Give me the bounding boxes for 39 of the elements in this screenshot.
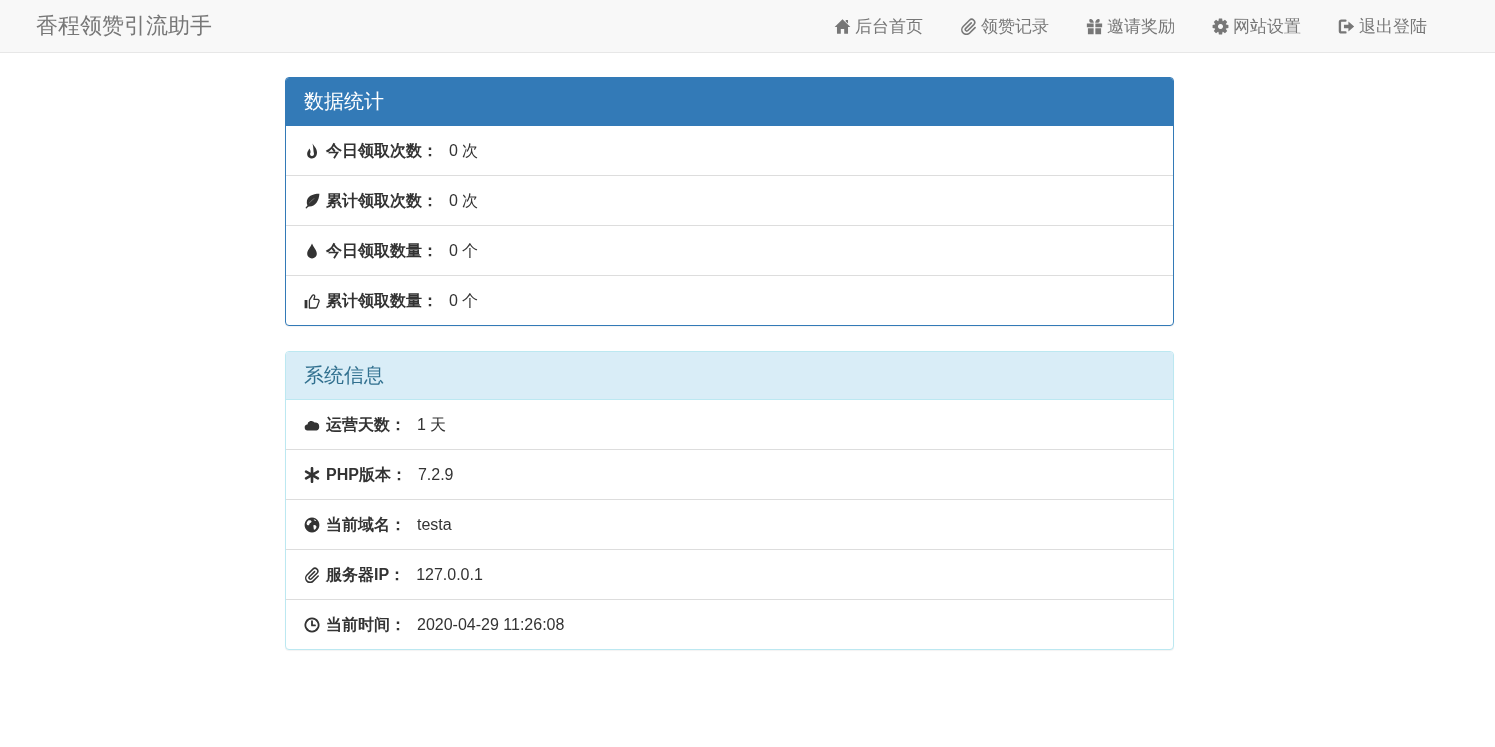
paperclip-icon <box>304 566 320 583</box>
nav-link[interactable]: 领赞记录 <box>960 12 1049 40</box>
field-label: 累计领取数量： <box>326 291 438 311</box>
field-label: 运营天数： <box>326 415 406 435</box>
panel-heading: 系统信息 <box>286 352 1173 400</box>
gift-icon <box>1086 17 1103 35</box>
asterisk-icon <box>304 466 320 483</box>
field-value: testa <box>417 515 452 535</box>
brand-link[interactable]: 香程领赞引流助手 <box>36 11 212 41</box>
globe-icon <box>304 516 320 533</box>
field-value: 1 天 <box>417 415 447 435</box>
nav-link[interactable]: 邀请奖励 <box>1086 12 1175 40</box>
field-label: 今日领取次数： <box>326 141 438 161</box>
field-label: PHP版本： <box>326 465 407 485</box>
nav-link[interactable]: 网站设置 <box>1212 12 1301 40</box>
field-value: 2020-04-29 11:26:08 <box>417 615 565 635</box>
paperclip-icon <box>960 17 977 35</box>
field-value: 0 个 <box>449 241 479 261</box>
drop-icon <box>304 242 320 259</box>
clock-icon <box>304 616 320 633</box>
nav-link[interactable]: 后台首页 <box>834 12 923 40</box>
field-value: 0 次 <box>449 191 479 211</box>
nav-link[interactable]: 退出登陆 <box>1338 12 1427 40</box>
field-label: 当前域名： <box>326 515 406 535</box>
field-value: 7.2.9 <box>417 465 454 485</box>
settings-icon <box>1212 17 1229 35</box>
field-label: 服务器IP： <box>326 565 406 585</box>
field-label: 当前时间： <box>326 615 406 635</box>
leaf-icon <box>304 192 320 209</box>
field-value: 127.0.0.1 <box>416 565 483 585</box>
field-label: 累计领取次数： <box>326 191 438 211</box>
home-icon <box>834 17 851 35</box>
field-value: 0 次 <box>449 141 479 161</box>
field-label: 今日领取数量： <box>326 241 438 261</box>
thumbs-up-icon <box>304 292 320 309</box>
panel-heading: 数据统计 <box>286 78 1173 126</box>
fire-icon <box>304 142 320 159</box>
logout-icon <box>1338 17 1355 35</box>
field-value: 0 个 <box>449 291 479 311</box>
